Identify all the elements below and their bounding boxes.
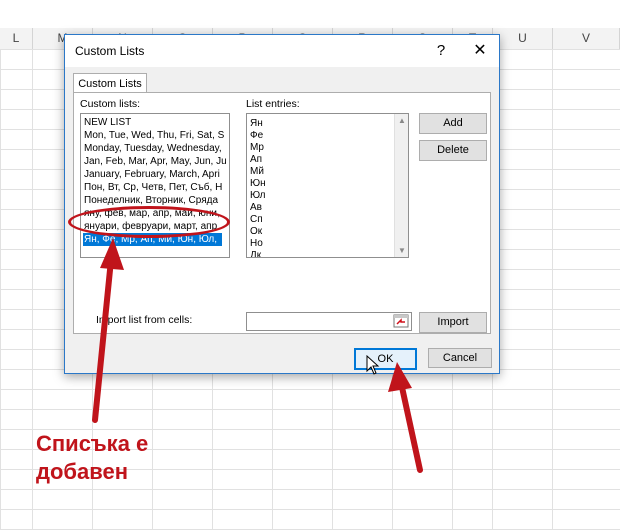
list-entries-label: List entries: (246, 98, 300, 110)
grid-line (552, 49, 553, 530)
list-entries-scrollbar[interactable]: ▲ ▼ (394, 114, 408, 257)
scroll-up-icon[interactable]: ▲ (397, 116, 407, 125)
column-header-l[interactable]: L (0, 28, 33, 49)
list-item[interactable]: Monday, Tuesday, Wednesday, (84, 142, 222, 155)
add-button[interactable]: Add (419, 113, 487, 134)
tab-custom-lists[interactable]: Custom Lists (73, 73, 147, 94)
annotation-line-2: добавен (36, 459, 128, 484)
column-header-v[interactable]: V (553, 28, 620, 49)
toolbar-area (0, 0, 620, 28)
range-selector-icon[interactable] (393, 314, 409, 328)
list-item[interactable]: January, February, March, Apri (84, 168, 220, 181)
mouse-cursor-icon (366, 355, 380, 375)
import-from-cells-label: Import list from cells: (96, 314, 193, 326)
ok-button[interactable]: OK (354, 348, 417, 370)
list-item[interactable]: Mon, Tue, Wed, Thu, Fri, Sat, S (84, 129, 224, 142)
list-item[interactable]: NEW LIST (84, 116, 131, 129)
scroll-down-icon[interactable]: ▼ (397, 246, 407, 255)
cancel-button[interactable]: Cancel (428, 348, 492, 368)
list-entry: Дк (250, 250, 262, 258)
custom-lists-label: Custom lists: (80, 98, 141, 110)
list-entries-box[interactable]: Ян Фе Мр Ап Мй Юн Юл Ав Сп Ок Но Дк ▲ ▼ (246, 113, 409, 258)
list-item[interactable]: Jan, Feb, Mar, Apr, May, Jun, Ju (84, 155, 227, 168)
close-icon[interactable]: ✕ (469, 41, 491, 61)
custom-lists-dialog: Custom Lists ? ✕ Custom Lists Custom lis… (64, 34, 500, 374)
import-range-input[interactable] (246, 312, 412, 331)
delete-button[interactable]: Delete (419, 140, 487, 161)
annotation-line-1: Списъка е (36, 431, 149, 456)
dialog-titlebar[interactable]: Custom Lists ? ✕ (65, 35, 499, 67)
annotation-text: Списъка е добавен (36, 430, 148, 486)
list-item[interactable]: Пон, Вт, Ср, Четв, Пет, Съб, Н (84, 181, 222, 194)
grid-line (32, 49, 33, 530)
screenshot: L M N O P Q R S T U V Custom Lists ? ✕ C… (0, 0, 620, 530)
dialog-title: Custom Lists (75, 44, 145, 58)
column-header-u[interactable]: U (493, 28, 553, 49)
import-button[interactable]: Import (419, 312, 487, 333)
help-button[interactable]: ? (431, 41, 451, 61)
highlight-ellipse (68, 206, 230, 238)
